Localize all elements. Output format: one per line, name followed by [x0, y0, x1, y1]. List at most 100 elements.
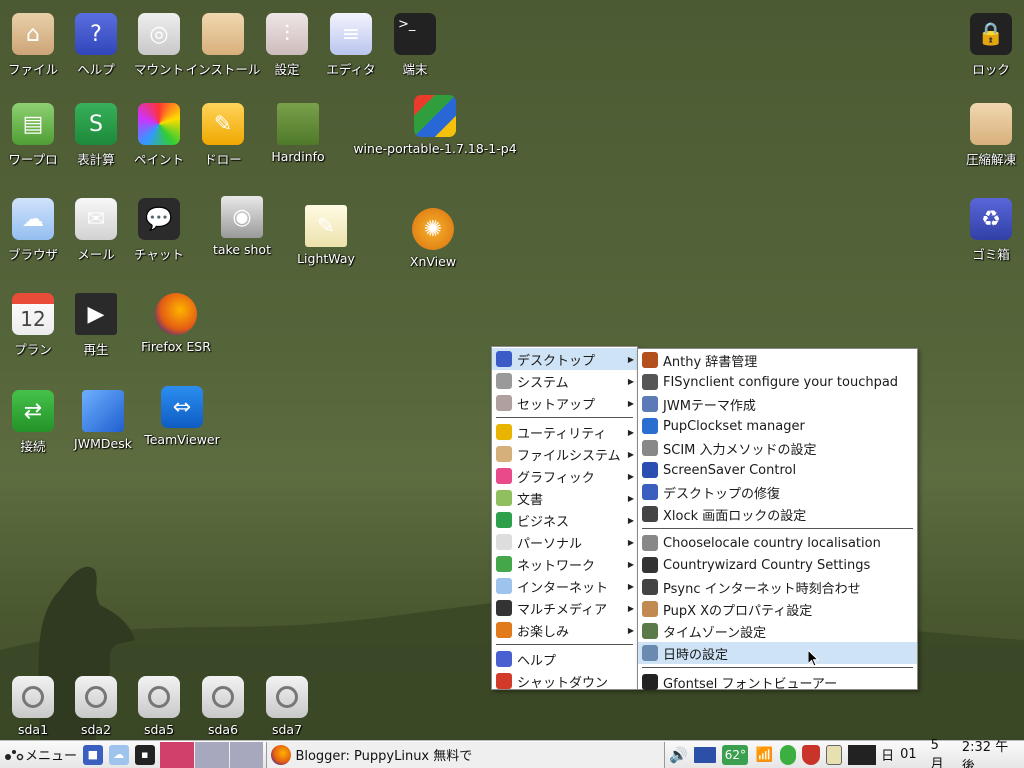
main-menu-item[interactable]: シャットダウン: [492, 670, 637, 692]
desktop-icon-label: Firefox ESR: [141, 339, 211, 354]
show-desktop-icon[interactable]: ■: [82, 744, 103, 765]
desktop-submenu-item[interactable]: Chooselocale country localisation: [638, 532, 917, 554]
xnview-icon: ✺: [412, 208, 454, 250]
desktop-icon-terminal[interactable]: >_ 端末: [373, 13, 457, 78]
desktop-icon-notepad[interactable]: ✎ LightWay: [284, 205, 368, 266]
desktop-icon-trash[interactable]: ♻ ゴミ箱: [949, 198, 1024, 263]
submenu-arrow-icon: ▶: [627, 354, 634, 364]
drive-icon-sda7[interactable]: sda7: [245, 676, 329, 737]
main-menu-item-label: ユーティリティ: [517, 426, 607, 442]
main-menu-item[interactable]: グラフィック ▶: [492, 465, 637, 487]
main-menu-item[interactable]: ヘルプ: [492, 648, 637, 670]
desktop-submenu-item[interactable]: PupX Xのプロパティ設定: [638, 598, 917, 620]
main-menu-item-icon: [496, 490, 512, 506]
pager-desktop-2[interactable]: [194, 741, 229, 768]
pager-desktop-3[interactable]: [229, 741, 264, 768]
display-icon[interactable]: [694, 746, 717, 763]
puppy-paw-icon: [5, 749, 24, 760]
desktop-icon-draw[interactable]: ✎ ドロー: [181, 103, 265, 168]
desktop-icon-xnview[interactable]: ✺ XnView: [391, 208, 475, 269]
pager-desktop-1[interactable]: [159, 741, 194, 768]
menu-separator: [642, 528, 913, 529]
main-menu-item[interactable]: デスクトップ ▶: [492, 348, 637, 370]
desktop-submenu-item-icon: [642, 535, 658, 551]
desktop-icon-clapperboard[interactable]: ▶ 再生: [54, 293, 138, 358]
draw-icon: ✎: [202, 103, 244, 145]
main-menu-item-icon: [496, 373, 512, 389]
lock-icon: 🔒: [970, 13, 1012, 55]
desktop-submenu-item-label: Countrywizard Country Settings: [663, 557, 871, 573]
disk-usage-icon[interactable]: [780, 744, 797, 765]
main-menu-item-label: ネットワーク: [517, 558, 596, 574]
teamviewer-icon: ⇔: [161, 386, 203, 428]
main-menu-item[interactable]: ネットワーク ▶: [492, 553, 637, 575]
chat-icon: 💬: [138, 198, 180, 240]
desktop-icon-archive[interactable]: 圧縮解凍: [949, 103, 1024, 168]
desktop-submenu-item-icon: [642, 462, 658, 478]
temperature-indicator[interactable]: 62°: [722, 744, 749, 765]
desktop-submenu-item[interactable]: Gfontsel フォントビューアー: [638, 671, 917, 693]
desktop-submenu-item[interactable]: Psync インターネット時刻合わせ: [638, 576, 917, 598]
desktop-submenu-item[interactable]: ScreenSaver Control: [638, 459, 917, 481]
desktop-submenu-item[interactable]: Xlock 画面ロックの設定: [638, 503, 917, 525]
calendar-day-number: 12: [20, 307, 46, 331]
volume-icon[interactable]: 🔊: [668, 745, 688, 765]
firewall-shield-icon[interactable]: [802, 744, 821, 765]
clock-date-day: 01: [900, 747, 917, 762]
main-menu-item-icon: [496, 424, 512, 440]
main-menu-item[interactable]: ユーティリティ ▶: [492, 421, 637, 443]
wifi-icon[interactable]: 📶: [754, 745, 774, 765]
desktop-submenu-item[interactable]: 日時の設定: [638, 642, 917, 664]
desktop-icon-jwmdesk[interactable]: JWMDesk: [61, 390, 145, 451]
cpu-monitor-icon[interactable]: [848, 744, 877, 765]
clock-month: 5月: [930, 737, 944, 768]
desktop-submenu-item[interactable]: Anthy 辞書管理: [638, 349, 917, 371]
desktop-submenu-item[interactable]: SCIM 入力メソッドの設定: [638, 437, 917, 459]
main-menu-item[interactable]: セットアップ ▶: [492, 392, 637, 414]
desktop-submenu-item-label: Xlock 画面ロックの設定: [663, 508, 807, 524]
browser-launch-icon[interactable]: ☁: [108, 744, 129, 765]
desktop-submenu-item[interactable]: タイムゾーン設定: [638, 620, 917, 642]
terminal-launch-icon[interactable]: ▪: [134, 744, 155, 765]
submenu-arrow-icon: ▶: [627, 515, 634, 525]
main-menu-item[interactable]: システム ▶: [492, 370, 637, 392]
desktop-submenu-item[interactable]: Countrywizard Country Settings: [638, 554, 917, 576]
desktop-icon-hardinfo[interactable]: Hardinfo: [256, 103, 340, 164]
main-menu-item[interactable]: お楽しみ ▶: [492, 619, 637, 641]
install-box-icon: [202, 13, 244, 55]
main-menu-item[interactable]: インターネット ▶: [492, 575, 637, 597]
main-menu-item[interactable]: 文書 ▶: [492, 487, 637, 509]
desktop-icon-camera[interactable]: ◉ take shot: [200, 196, 284, 257]
desktop-submenu-item[interactable]: デスクトップの修復: [638, 481, 917, 503]
mount-drive-icon: ◎: [138, 13, 180, 55]
desktop-icon-wine[interactable]: wine-portable-1.7.18-1-p4: [345, 95, 525, 156]
desktop-submenu-item[interactable]: JWMテーマ作成: [638, 393, 917, 415]
desktop-submenu-item-label: PupX Xのプロパティ設定: [663, 603, 813, 619]
desktop-submenu-item[interactable]: PupClockset manager: [638, 415, 917, 437]
main-menu-item[interactable]: ファイルシステム ▶: [492, 443, 637, 465]
menu-button[interactable]: メニュー: [0, 742, 80, 768]
main-menu-item[interactable]: マルチメディア ▶: [492, 597, 637, 619]
desktop-icon-label: JWMDesk: [74, 436, 132, 451]
submenu-arrow-icon: ▶: [627, 449, 634, 459]
desktop-submenu-item-label: ScreenSaver Control: [663, 462, 797, 478]
desktop-submenu-item[interactable]: FISynclient configure your touchpad: [638, 371, 917, 393]
main-menu-item[interactable]: ビジネス ▶: [492, 509, 637, 531]
clipboard-icon[interactable]: [826, 744, 843, 765]
clock-time[interactable]: 2:32 午後: [962, 736, 1021, 768]
desktop-icon-teamviewer[interactable]: ⇔ TeamViewer: [140, 386, 224, 447]
main-menu-item[interactable]: パーソナル ▶: [492, 531, 637, 553]
desktop-submenu-item-icon: [642, 352, 658, 368]
desktop-icon-firefox[interactable]: Firefox ESR: [134, 293, 218, 354]
desktop-submenu-item-label: PupClockset manager: [663, 418, 805, 434]
taskbar-window-button[interactable]: Blogger: PuppyLinux 無料で: [266, 741, 666, 768]
hardinfo-icon: [277, 103, 319, 145]
desktop-icon-chat[interactable]: 💬 チャット: [117, 198, 201, 263]
submenu-arrow-icon: ▶: [627, 537, 634, 547]
terminal-icon: >_: [394, 13, 436, 55]
desktop-submenu-item-label: Gfontsel フォントビューアー: [663, 676, 838, 692]
browser-cloud-icon: ☁: [12, 198, 54, 240]
clapperboard-icon: ▶: [75, 293, 117, 335]
word-processor-icon: ▤: [12, 103, 54, 145]
desktop-icon-lock[interactable]: 🔒 ロック: [949, 13, 1024, 78]
